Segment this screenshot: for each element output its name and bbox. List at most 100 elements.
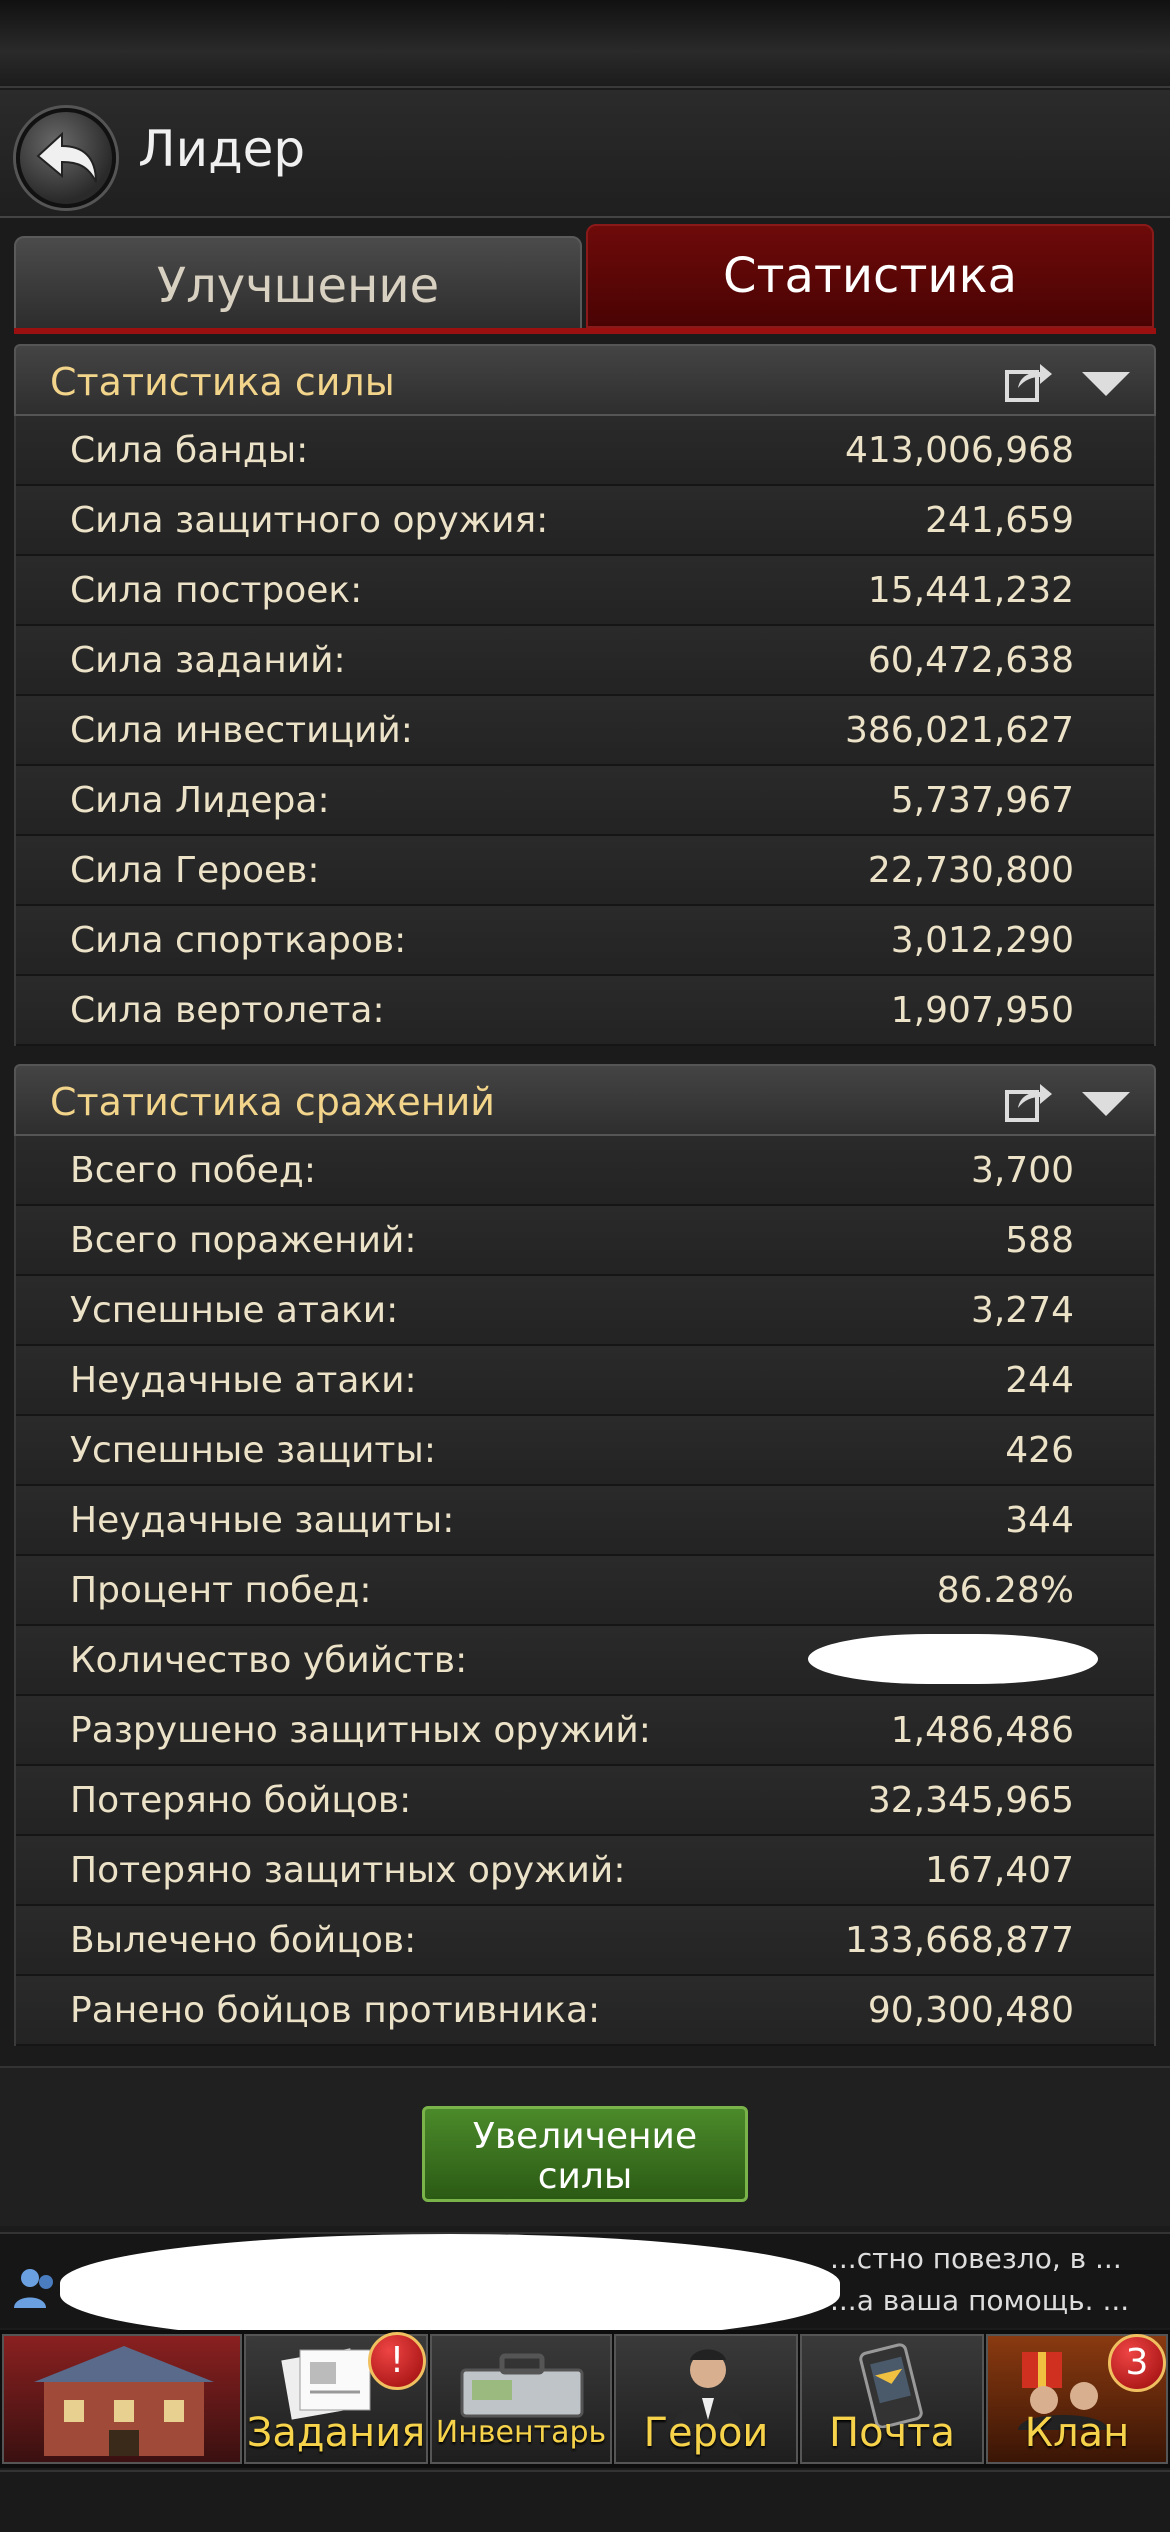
nav-label: Почта (829, 2410, 955, 2456)
clan-count-badge: 3 (1108, 2334, 1166, 2392)
nav-clan[interactable]: 3 Клан (986, 2334, 1168, 2464)
stat-row: Неудачные атаки: 244 (16, 1346, 1154, 1416)
stat-row: Успешные защиты: 426 (16, 1416, 1154, 1486)
stat-value: 3,700 (970, 1150, 1074, 1191)
battle-stats-header[interactable]: Статистика сражений (14, 1064, 1156, 1136)
stat-row: Неудачные защиты: 344 (16, 1486, 1154, 1556)
chat-users-icon (14, 2269, 53, 2308)
power-stats-header[interactable]: Статистика силы (14, 344, 1156, 416)
chat-message-line1: ...стно повезло, в ... (830, 2242, 1122, 2275)
nav-tasks[interactable]: ! Задания (244, 2332, 428, 2464)
stat-label: Сила спорткаров: (70, 920, 407, 961)
stat-row: Сила спорткаров: 3,012,290 (16, 906, 1154, 976)
stat-value: 426 (1005, 1430, 1074, 1471)
stat-label: Сила Героев: (70, 850, 320, 891)
power-stats-list: Сила банды: 413,006,968 Сила защитного ору… (14, 416, 1156, 1046)
stat-row: Сила инвестиций: 386,021,627 (16, 696, 1154, 766)
back-arrow-icon (36, 131, 97, 183)
stat-label: Сила инвестиций: (70, 710, 413, 751)
chevron-down-icon[interactable] (1080, 370, 1132, 400)
stat-row: Потеряно бойцов: 32,345,965 (16, 1766, 1154, 1836)
stat-value: 15,441,232 (867, 570, 1074, 611)
button-area: Увеличение силы (0, 2066, 1170, 2226)
stat-value: 413,006,968 (844, 430, 1074, 471)
stat-value: 22,730,800 (867, 850, 1074, 891)
stat-value: 90,300,480 (867, 1990, 1074, 2031)
nav-inventory[interactable]: Инвентарь (430, 2334, 612, 2464)
stat-row: Сила защитного оружия: 241,659 (16, 486, 1154, 556)
tab-underline (14, 328, 1156, 334)
stat-value: 32,345,965 (867, 1780, 1074, 1821)
stat-row: Вылечено бойцов: 133,668,877 (16, 1906, 1154, 1976)
chevron-down-icon[interactable] (1080, 1090, 1132, 1120)
nav-label: Клан (1024, 2410, 1130, 2456)
battle-stats-list: Всего побед: 3,700 Всего поражений: 588 Успе… (14, 1136, 1156, 2046)
bottom-nav: ! Задания Инвентарь Герои Почта 3 Клан (0, 2330, 1170, 2468)
stat-label: Процент побед: (70, 1570, 372, 1611)
stat-row: Сила Лидера: 5,737,967 (16, 766, 1154, 836)
tab-statistics[interactable]: Статистика (586, 224, 1154, 328)
nav-base[interactable] (2, 2334, 242, 2464)
stat-row: Процент побед: 86.28% (16, 1556, 1154, 1626)
nav-label: Инвентарь (435, 2415, 607, 2450)
stat-value: 60,472,638 (867, 640, 1074, 681)
stat-label: Сила защитного оружия: (70, 500, 549, 541)
button-label-line2: силы (537, 2156, 633, 2197)
stat-label: Неудачные защиты: (70, 1500, 455, 1541)
stat-label: Сила банды: (70, 430, 309, 471)
bottom-strip (0, 2470, 1170, 2532)
stat-value: 86.28% (936, 1570, 1074, 1611)
section-title: Статистика сражений (50, 1080, 495, 1124)
inventory-icon (460, 2353, 584, 2418)
base-building-icon (34, 2346, 214, 2456)
stat-value: 1,907,950 (890, 990, 1074, 1031)
task-alert-badge: ! (368, 2332, 426, 2390)
increase-power-button[interactable]: Увеличение силы (422, 2106, 748, 2202)
redacted-area (60, 2234, 840, 2344)
nav-heroes[interactable]: Герои (614, 2334, 798, 2464)
tab-bar: Улучшение Статистика (14, 222, 1154, 332)
back-button[interactable] (16, 108, 116, 208)
stat-row: Всего побед: 3,700 (16, 1136, 1154, 1206)
stat-label: Сила построек: (70, 570, 363, 611)
stat-row: Ранено бойцов противника: 90,300,480 (16, 1976, 1154, 2046)
stat-label: Потеряно бойцов: (70, 1780, 412, 1821)
stat-row: Разрушено защитных оружий: 1,486,486 (16, 1696, 1154, 1766)
stat-row: Сила вертолета: 1,907,950 (16, 976, 1154, 1046)
stat-label: Успешные защиты: (70, 1430, 436, 1471)
tab-upgrade[interactable]: Улучшение (14, 236, 582, 332)
top-status-bar (0, 0, 1170, 88)
stat-row: Сила заданий: 60,472,638 (16, 626, 1154, 696)
header: Лидер (0, 90, 1170, 218)
stat-label: Сила Лидера: (70, 780, 330, 821)
stat-value: 1,486,486 (890, 1710, 1074, 1751)
stat-value: 3,012,290 (890, 920, 1074, 961)
stat-label: Успешные атаки: (70, 1290, 399, 1331)
stat-row: Сила построек: 15,441,232 (16, 556, 1154, 626)
stat-value: 344 (1005, 1500, 1074, 1541)
redacted-value (808, 1634, 1098, 1684)
stat-row: Потеряно защитных оружий: 167,407 (16, 1836, 1154, 1906)
stat-label: Потеряно защитных оружий: (70, 1850, 626, 1891)
stat-value: 133,668,877 (844, 1920, 1074, 1961)
stat-value: 241,659 (925, 500, 1074, 541)
battle-stats-section: Статистика сражений Всего побед: 3,700 Все… (14, 1064, 1156, 2046)
stat-value: 5,737,967 (890, 780, 1074, 821)
stat-label: Ранено бойцов противника: (70, 1990, 601, 2031)
stat-row: Успешные атаки: 3,274 (16, 1276, 1154, 1346)
stat-label: Неудачные атаки: (70, 1360, 417, 1401)
share-icon[interactable] (1004, 360, 1054, 404)
page-title: Лидер (138, 120, 306, 178)
stat-row: Сила банды: 413,006,968 (16, 416, 1154, 486)
stat-value: 167,407 (925, 1850, 1074, 1891)
share-icon[interactable] (1004, 1080, 1054, 1124)
stat-row: Всего поражений: 588 (16, 1206, 1154, 1276)
stat-label: Всего побед: (70, 1150, 316, 1191)
stat-value: 588 (1005, 1220, 1074, 1261)
nav-mail[interactable]: Почта (800, 2334, 984, 2464)
section-title: Статистика силы (50, 360, 395, 404)
nav-label: Герои (643, 2410, 769, 2456)
chat-bar[interactable]: ...стно повезло, в ... ...а ваша помощь.… (0, 2232, 1170, 2344)
stat-label: Количество убийств: (70, 1640, 468, 1681)
stat-label: Сила вертолета: (70, 990, 385, 1031)
